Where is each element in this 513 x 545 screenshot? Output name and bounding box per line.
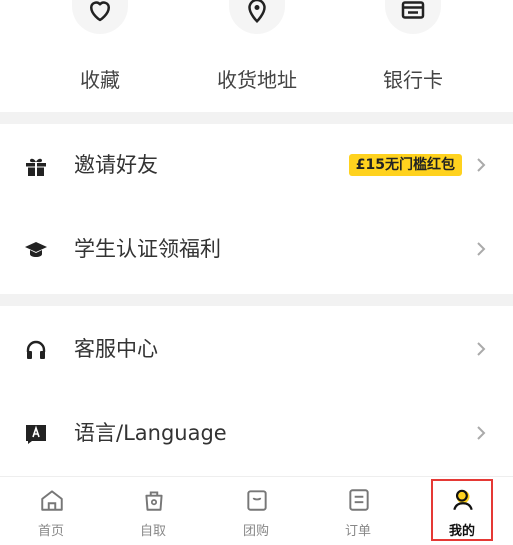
location-pin-icon bbox=[229, 0, 285, 34]
menu-item-label: 邀请好友 bbox=[74, 153, 158, 177]
group-buy-icon bbox=[247, 490, 267, 511]
headphones-icon bbox=[26, 340, 46, 359]
shortcuts-row: 收藏 收货地址 银行卡 bbox=[0, 0, 513, 112]
tab-pickup[interactable]: 自取 bbox=[102, 477, 204, 545]
shortcut-label: 收货地址 bbox=[217, 68, 297, 92]
tab-label: 订单 bbox=[344, 524, 371, 539]
menu-item-invite-friends[interactable]: 邀请好友 £15无门槛红包 bbox=[0, 124, 513, 208]
gift-icon bbox=[26, 158, 46, 176]
tab-orders[interactable]: 订单 bbox=[307, 477, 409, 545]
orders-icon bbox=[349, 489, 369, 511]
tab-label: 首页 bbox=[37, 524, 64, 539]
shortcut-label: 银行卡 bbox=[383, 68, 443, 92]
tab-group-buy[interactable]: 团购 bbox=[205, 477, 307, 545]
chevron-right-icon bbox=[477, 426, 486, 440]
chevron-right-icon bbox=[477, 158, 486, 172]
tab-label: 团购 bbox=[242, 524, 269, 539]
bank-card-icon bbox=[385, 0, 441, 34]
active-tab-highlight bbox=[431, 479, 493, 541]
pickup-bag-icon bbox=[145, 491, 163, 511]
tab-home[interactable]: 首页 bbox=[0, 477, 102, 545]
section-separator bbox=[0, 112, 513, 124]
menu-item-student-verification[interactable]: 学生认证领福利 bbox=[0, 208, 513, 292]
menu-item-label: 语言/Language bbox=[74, 421, 227, 445]
shortcut-label: 收藏 bbox=[80, 68, 120, 92]
menu-item-label: 客服中心 bbox=[74, 337, 158, 361]
menu-item-customer-service[interactable]: 客服中心 bbox=[0, 308, 513, 392]
chevron-right-icon bbox=[477, 242, 486, 256]
section-separator bbox=[0, 294, 513, 306]
heart-icon bbox=[72, 0, 128, 34]
shortcut-bank-card[interactable]: 银行卡 bbox=[353, 0, 473, 112]
shortcut-favorites[interactable]: 收藏 bbox=[40, 0, 160, 112]
shortcut-address[interactable]: 收货地址 bbox=[197, 0, 317, 112]
home-icon bbox=[41, 490, 63, 511]
menu-item-label: 学生认证领福利 bbox=[74, 237, 221, 261]
chevron-right-icon bbox=[477, 342, 486, 356]
menu-item-language[interactable]: 语言/Language bbox=[0, 392, 513, 476]
language-icon bbox=[26, 425, 46, 444]
graduation-cap-icon bbox=[25, 242, 47, 257]
red-packet-badge: £15无门槛红包 bbox=[348, 154, 462, 176]
tab-label: 自取 bbox=[139, 524, 166, 539]
